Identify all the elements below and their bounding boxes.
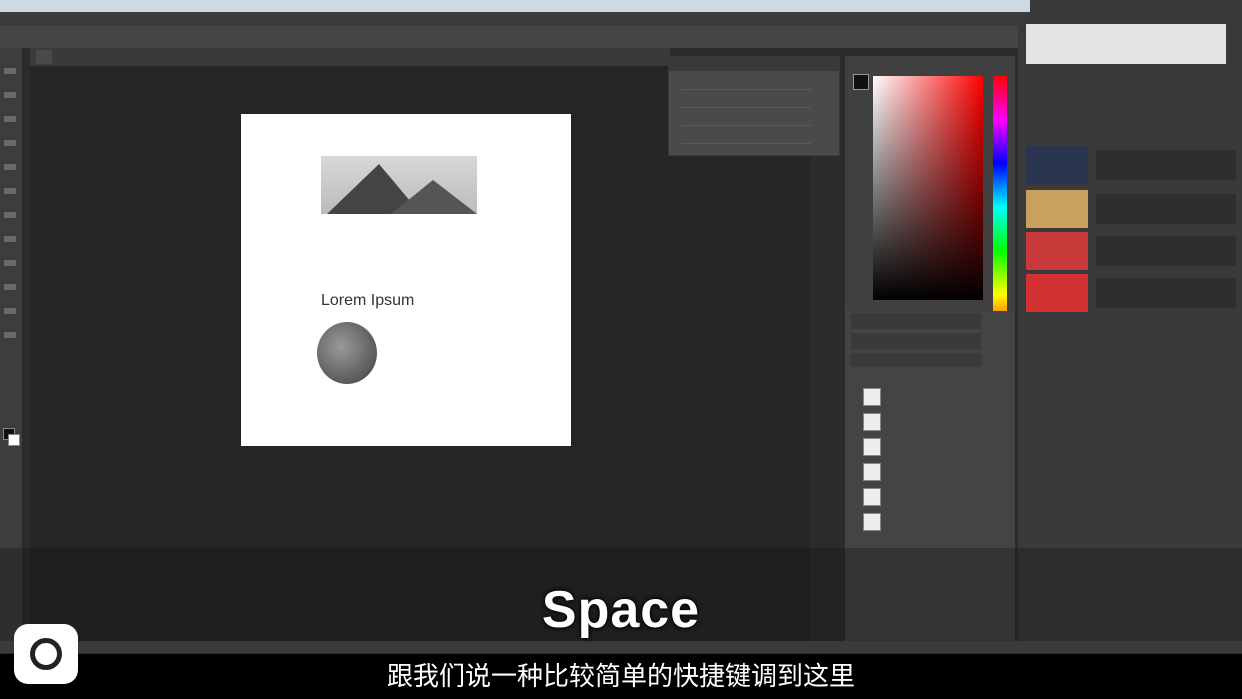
layer-filter-bar[interactable] (851, 333, 981, 349)
document-tab-bar (30, 48, 670, 66)
layer-thumbnail (863, 463, 881, 481)
gradient-tool-icon[interactable] (4, 212, 16, 218)
hue-slider[interactable] (993, 76, 1007, 338)
layer-row[interactable] (845, 409, 985, 433)
status-bar (0, 641, 1242, 653)
layer-row[interactable] (845, 434, 985, 458)
channel-logo-icon (14, 624, 78, 684)
document-canvas[interactable]: Lorem Ipsum (241, 114, 571, 446)
library-item-label (1096, 150, 1236, 180)
layer-thumbnail (863, 438, 881, 456)
eraser-tool-icon[interactable] (4, 188, 16, 194)
pen-tool-icon[interactable] (4, 260, 16, 266)
options-bar[interactable] (0, 26, 1030, 48)
library-thumbnail (1026, 190, 1088, 228)
library-item-label (1096, 278, 1236, 308)
layer-row[interactable] (845, 509, 985, 533)
layer-blend-controls[interactable] (851, 353, 981, 367)
hand-tool-icon[interactable] (4, 308, 16, 314)
window-controls-area (1030, 0, 1242, 14)
type-tool-icon[interactable] (4, 236, 16, 242)
properties-row[interactable] (681, 79, 811, 90)
properties-row[interactable] (681, 133, 811, 144)
properties-row[interactable] (681, 97, 811, 108)
properties-panel-title (669, 57, 839, 71)
marquee-tool-icon[interactable] (4, 92, 16, 98)
library-item-label (1096, 236, 1236, 266)
background-color-swatch[interactable] (8, 434, 20, 446)
library-thumbnail (1026, 274, 1088, 312)
library-item[interactable] (1026, 274, 1240, 312)
menu-bar[interactable] (0, 12, 1030, 26)
color-saturation-field[interactable] (873, 76, 983, 300)
subtitle-caption: 跟我们说一种比较简单的快捷键调到这里 (386, 661, 855, 691)
layer-row[interactable] (845, 384, 985, 408)
library-item[interactable] (1026, 190, 1240, 228)
layer-thumbnail (863, 488, 881, 506)
lasso-tool-icon[interactable] (4, 116, 16, 122)
round-photo (317, 322, 377, 384)
library-thumbnail (1026, 232, 1088, 270)
layer-thumbnail (863, 513, 881, 531)
layer-thumbnail (863, 388, 881, 406)
doc-lorem-text: Lorem Ipsum (321, 292, 415, 309)
mountain-image (321, 156, 477, 214)
shape-tool-icon[interactable] (4, 284, 16, 290)
layer-row[interactable] (845, 484, 985, 508)
current-color-swatch[interactable] (853, 74, 869, 90)
library-item[interactable] (1026, 146, 1240, 184)
layer-row[interactable] (845, 459, 985, 483)
color-panel (845, 56, 1015, 338)
mountain-shape (327, 164, 477, 214)
properties-row[interactable] (681, 115, 811, 126)
layer-thumbnail (863, 413, 881, 431)
notification-popup[interactable] (1026, 24, 1226, 64)
properties-panel (668, 56, 840, 156)
move-tool-icon[interactable] (4, 68, 16, 74)
document-tab[interactable] (36, 50, 52, 64)
library-thumbnail (1026, 146, 1088, 184)
library-item[interactable] (1026, 232, 1240, 270)
layers-tabs[interactable] (851, 313, 981, 329)
crop-tool-icon[interactable] (4, 140, 16, 146)
brush-tool-icon[interactable] (4, 164, 16, 170)
library-item-label (1096, 194, 1236, 224)
logo-mark-icon (30, 638, 62, 670)
zoom-tool-icon[interactable] (4, 332, 16, 338)
keyboard-key-overlay: Space (541, 581, 701, 639)
